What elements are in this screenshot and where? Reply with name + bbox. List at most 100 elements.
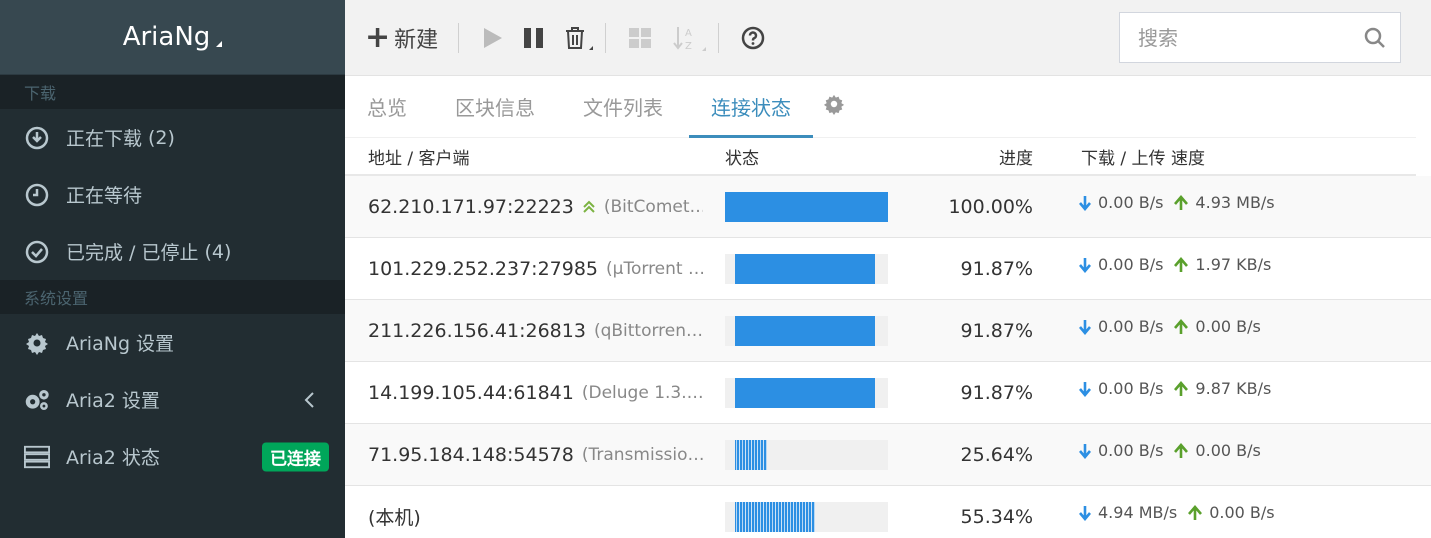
chevron-left-icon: [303, 390, 317, 410]
dropdown-caret-icon: [702, 46, 707, 51]
new-task-button[interactable]: + 新建: [365, 22, 438, 54]
peer-address-cell: 101.229.252.237:27985 (µTorrent …: [345, 258, 703, 280]
peer-client: (BitComet…: [603, 196, 703, 217]
tab-files[interactable]: 文件列表: [583, 76, 663, 137]
download-arrow-icon: [1078, 257, 1092, 273]
piece-progress-gap: [725, 501, 735, 532]
peer-status-cell: [703, 253, 903, 284]
sidebar-item-downloading[interactable]: 正在下载 (2): [0, 109, 345, 166]
pause-button[interactable]: [523, 26, 545, 50]
connections-table: 62.210.171.97:22223 (BitComet… 100.00% 0.00…: [345, 176, 1431, 538]
peer-status-cell: [703, 191, 903, 222]
app-title: AriaNg: [122, 22, 211, 52]
table-header: 地址 / 客户端 状态 进度 下载 / 上传 速度: [345, 138, 1416, 176]
tab-settings-button[interactable]: [823, 76, 845, 137]
table-row: 62.210.171.97:22223 (BitComet… 100.00% 0.00…: [345, 176, 1431, 238]
peer-progress: 91.87%: [960, 257, 1033, 280]
peer-address-cell: 71.95.184.148:54578 (Transmissio…: [345, 444, 703, 466]
tab-pieces[interactable]: 区块信息: [455, 76, 535, 137]
sidebar-item-label: 已完成 / 已停止: [66, 242, 199, 264]
upload-speed: 4.93 MB/s: [1195, 193, 1275, 212]
gear-icon: [823, 93, 845, 120]
connection-status-badge: 已连接: [262, 442, 329, 471]
upload-arrow-icon: [1173, 256, 1189, 273]
download-arrow-icon: [1078, 443, 1092, 459]
column-header-speed[interactable]: 下载 / 上传 速度: [1033, 144, 1205, 169]
peer-speed-cell: 0.00 B/s 4.93 MB/s: [1033, 193, 1285, 212]
pause-icon: [523, 26, 545, 50]
sidebar-item-aria2-settings[interactable]: Aria2 设置: [0, 371, 345, 428]
column-header-progress[interactable]: 进度: [903, 144, 1033, 169]
svg-text:A: A: [685, 28, 692, 39]
peer-address-cell: 62.210.171.97:22223 (BitComet…: [345, 196, 703, 218]
download-speed: 0.00 B/s: [1098, 255, 1164, 274]
piece-progress-fill: [725, 253, 875, 284]
peer-speed-cell: 0.00 B/s 1.97 KB/s: [1033, 255, 1281, 274]
download-arrow-icon: [1078, 381, 1092, 397]
gears-icon: [24, 387, 50, 413]
peer-address: 211.226.156.41:26813: [368, 319, 586, 342]
peer-progress: 91.87%: [960, 381, 1033, 404]
column-header-address[interactable]: 地址 / 客户端: [345, 144, 703, 169]
download-arrow-icon: [1078, 195, 1092, 211]
search-input[interactable]: [1138, 25, 1348, 50]
sidebar-item-aria2-status[interactable]: Aria2 状态 已连接: [0, 428, 345, 485]
piece-progress-fill: [725, 315, 875, 346]
peer-status-cell: [703, 377, 903, 408]
sort-button[interactable]: AZ: [672, 25, 707, 51]
peer-address-cell: (本机): [345, 503, 703, 530]
toolbar-divider: [605, 22, 607, 53]
peer-speed-cell: 4.94 MB/s 0.00 B/s: [1033, 503, 1285, 522]
start-button[interactable]: [481, 26, 503, 50]
piece-progress-gap: [725, 439, 735, 470]
piece-progress-bar: [725, 377, 888, 408]
piece-progress-fill: [725, 501, 816, 532]
gear-icon: [24, 330, 50, 356]
piece-progress-gap: [725, 377, 735, 408]
upload-arrow-icon: [1173, 318, 1189, 335]
peer-progress: 25.64%: [960, 443, 1033, 466]
search-icon[interactable]: [1364, 27, 1386, 54]
sidebar-item-waiting[interactable]: 正在等待: [0, 166, 345, 223]
peer-progress: 100.00%: [948, 195, 1033, 218]
piece-progress-bar: [725, 253, 888, 284]
tab-connections[interactable]: 连接状态: [689, 76, 813, 138]
download-speed: 0.00 B/s: [1098, 379, 1164, 398]
app-logo[interactable]: AriaNg: [0, 0, 345, 75]
section-header-download: 下载: [0, 75, 345, 109]
help-button[interactable]: [741, 26, 765, 50]
sidebar: AriaNg 下载 正在下载 (2) 正在等待 已完成 / 已停止 (4) 系统…: [0, 0, 345, 538]
sidebar-item-ariang-settings[interactable]: AriaNg 设置: [0, 314, 345, 371]
piece-progress-bar: [725, 439, 888, 470]
check-circle-icon: [24, 239, 50, 265]
upload-arrow-icon: [1173, 380, 1189, 397]
upload-speed: 0.00 B/s: [1209, 503, 1275, 522]
upload-arrow-icon: [1187, 504, 1203, 521]
peer-client: (µTorrent …: [606, 258, 703, 279]
peer-status-cell: [703, 315, 903, 346]
peer-address: 101.229.252.237:27985: [368, 257, 599, 280]
sidebar-item-label: 正在下载: [66, 128, 143, 150]
peer-address: 14.199.105.44:61841: [368, 381, 574, 404]
sidebar-item-stopped[interactable]: 已完成 / 已停止 (4): [0, 223, 345, 280]
column-header-status[interactable]: 状态: [703, 144, 903, 169]
peer-status-cell: [703, 439, 903, 470]
download-speed: 0.00 B/s: [1098, 441, 1164, 460]
piece-progress-bar: [725, 191, 888, 222]
piece-progress-bar: [725, 501, 888, 532]
download-speed: 4.94 MB/s: [1098, 503, 1178, 522]
download-circle-icon: [24, 125, 50, 151]
upload-speed: 0.00 B/s: [1195, 441, 1261, 460]
display-mode-button[interactable]: [628, 27, 652, 49]
peer-address: 71.95.184.148:54578: [368, 443, 574, 466]
piece-progress-fill: [725, 377, 875, 408]
table-row: 211.226.156.41:26813 (qBittorren… 91.87% 0.…: [345, 300, 1431, 362]
piece-progress-bar: [725, 315, 888, 346]
new-task-label: 新建: [394, 27, 439, 53]
tab-overview[interactable]: 总览: [367, 76, 407, 137]
question-circle-icon: [741, 26, 765, 50]
peer-speed-cell: 0.00 B/s 0.00 B/s: [1033, 441, 1271, 460]
peer-address-cell: 211.226.156.41:26813 (qBittorren…: [345, 320, 703, 342]
table-row: 71.95.184.148:54578 (Transmissio… 25.64% 0.…: [345, 424, 1431, 486]
delete-button[interactable]: [565, 26, 594, 50]
